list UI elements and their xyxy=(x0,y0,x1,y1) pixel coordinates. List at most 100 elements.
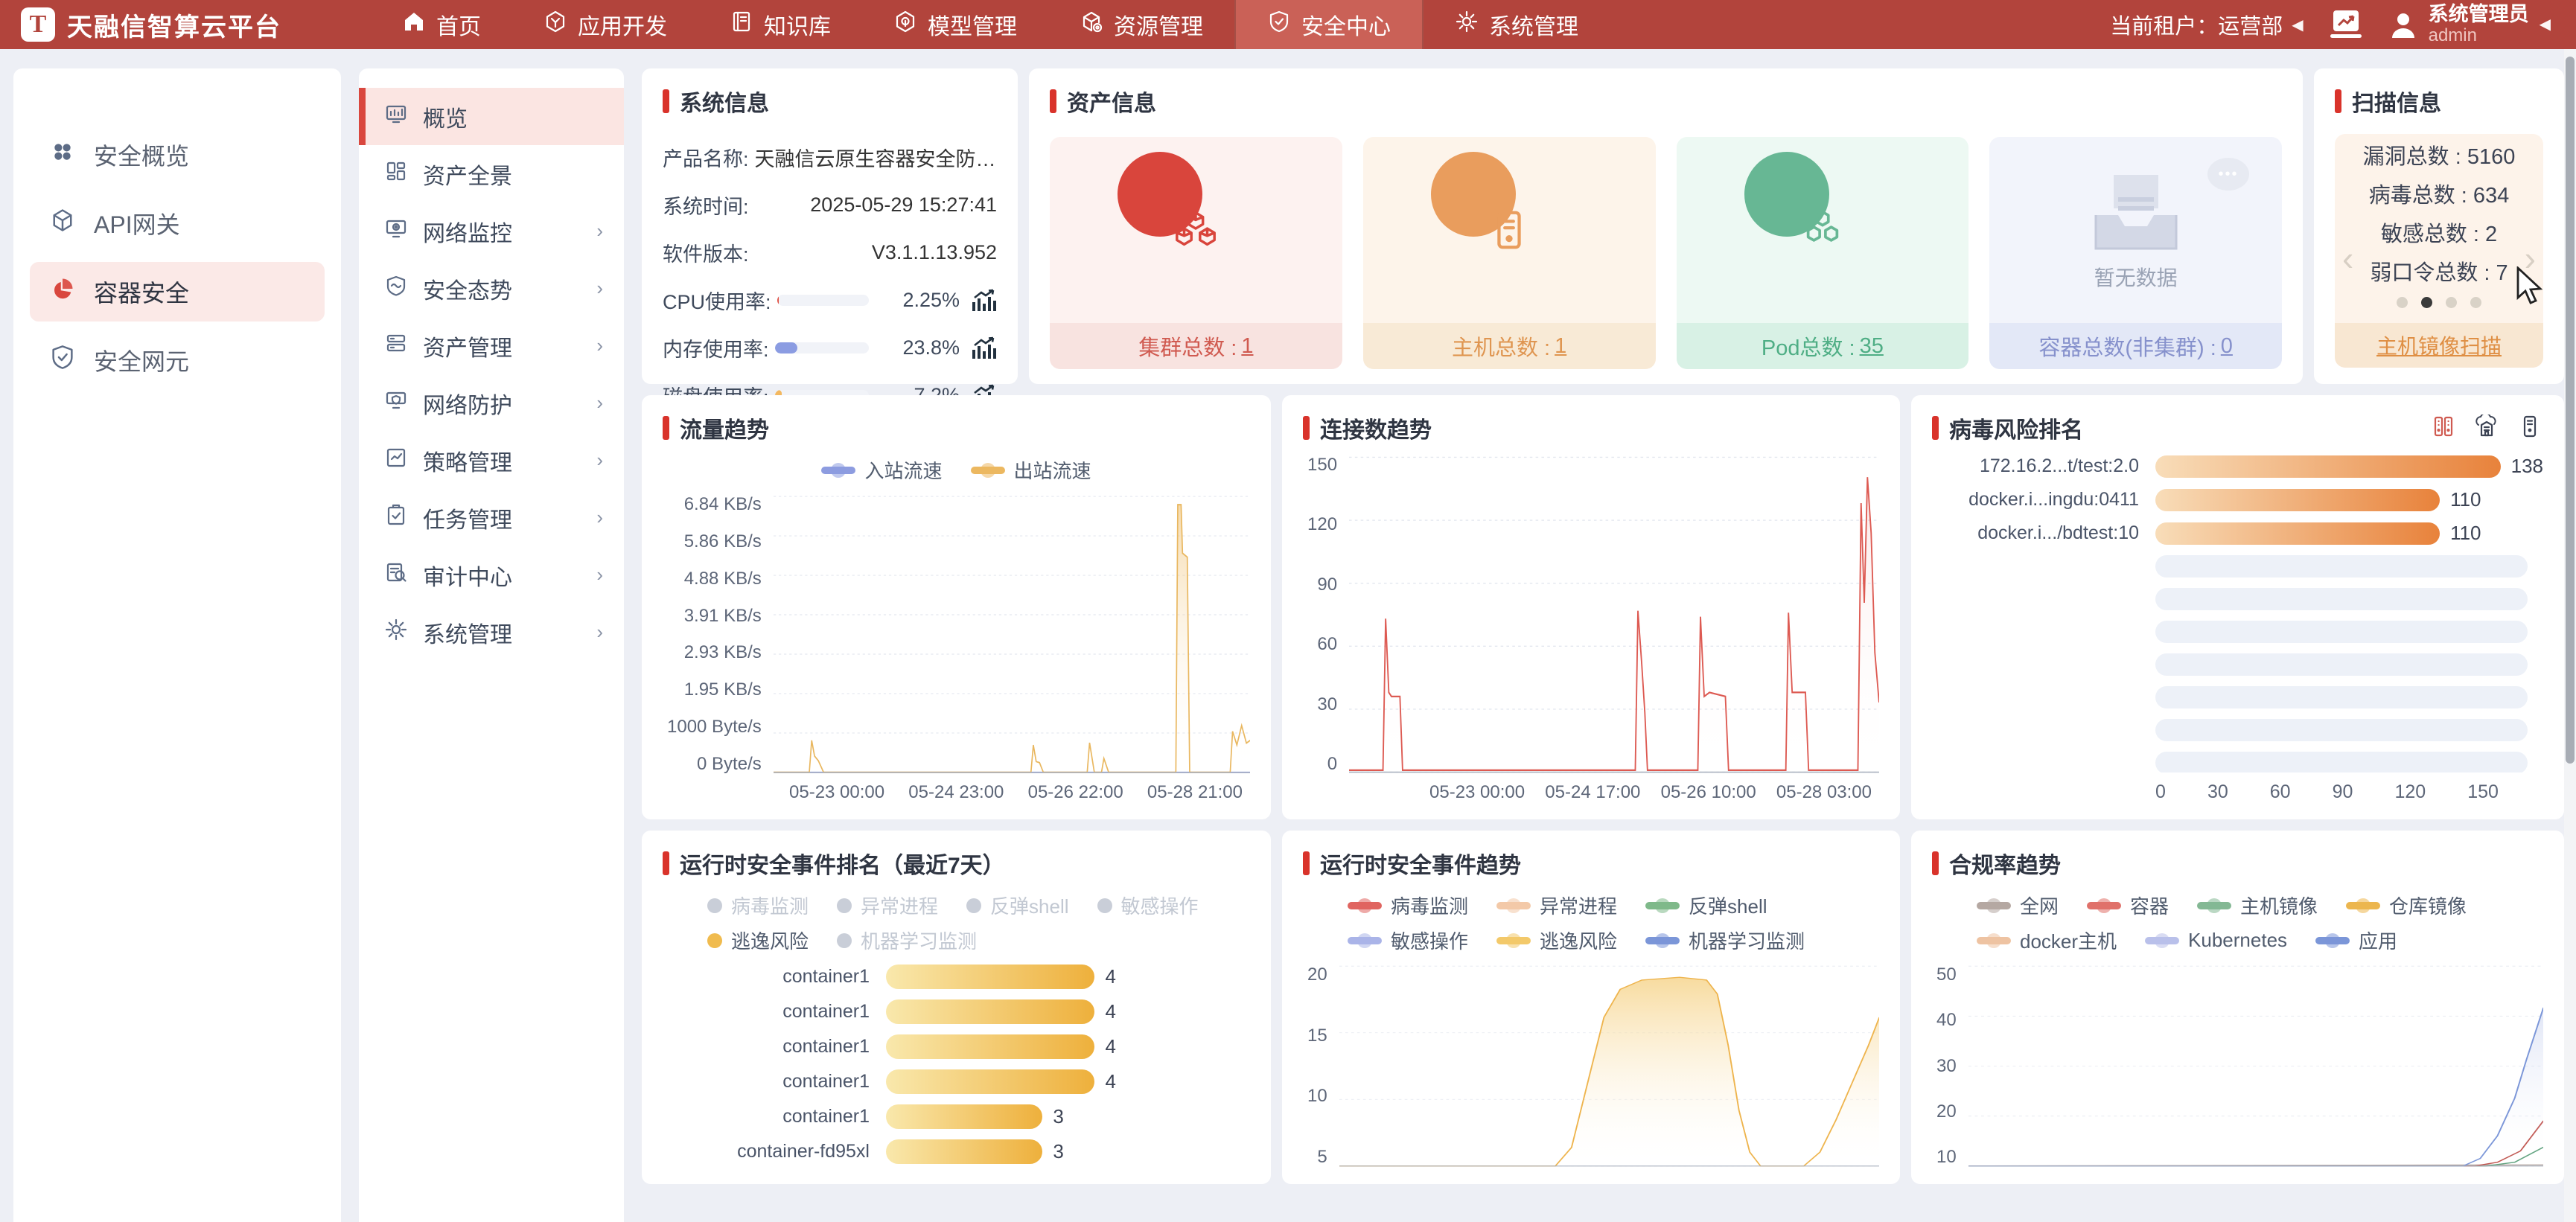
submenu-item-3[interactable]: 网络监控› xyxy=(359,202,624,260)
net-monitor-icon xyxy=(384,217,408,246)
host-view-icon[interactable] xyxy=(2518,415,2542,442)
asset-count-link[interactable]: 1 xyxy=(1555,334,1566,359)
submenu-item-5[interactable]: 资产管理› xyxy=(359,317,624,374)
submenu-item-2[interactable]: 资产全景 xyxy=(359,145,624,202)
ranking-bar[interactable] xyxy=(886,1104,1042,1129)
legend-item[interactable]: 反弹shell xyxy=(1645,892,1767,919)
submenu-item-8[interactable]: 任务管理› xyxy=(359,489,624,546)
legend-item[interactable]: 逃逸风险 xyxy=(707,927,809,954)
topnav-item-6[interactable]: 安全中心 xyxy=(1234,0,1424,49)
asset-count-link[interactable]: 0 xyxy=(2221,334,2233,359)
sidebar-item-2[interactable]: API网关 xyxy=(30,193,325,253)
submenu-item-10[interactable]: 系统管理› xyxy=(359,604,624,661)
legend-item[interactable]: 病毒监测 xyxy=(1348,892,1468,919)
ranking-bar[interactable] xyxy=(2155,489,2440,511)
content-area: 系统信息 产品名称:天融信云原生容器安全防护...系统时间:2025-05-29… xyxy=(642,68,2564,1184)
model-icon xyxy=(893,10,917,39)
submenu-item-9[interactable]: 审计中心› xyxy=(359,546,624,604)
ranking-row-empty xyxy=(1932,719,2543,741)
legend-item[interactable]: 机器学习监测 xyxy=(837,927,977,954)
sidebar-item-4[interactable]: 安全网元 xyxy=(30,330,325,390)
submenu-item-6[interactable]: 网络防护› xyxy=(359,374,624,432)
legend-item[interactable]: 入站流速 xyxy=(821,456,942,484)
legend-marker-icon xyxy=(2145,937,2179,944)
asset-card-body xyxy=(1677,137,1969,323)
topnav-item-3[interactable]: 知识库 xyxy=(698,0,862,49)
legend-item[interactable]: 病毒监测 xyxy=(707,892,809,919)
legend-item[interactable]: 敏感操作 xyxy=(1348,927,1468,954)
ranking-bar[interactable] xyxy=(886,1034,1094,1059)
ranking-bar[interactable] xyxy=(886,999,1094,1024)
asset-count-link[interactable]: 35 xyxy=(1860,334,1884,359)
topnav-item-5[interactable]: 资源管理 xyxy=(1048,0,1234,49)
legend-item[interactable]: 主机镜像 xyxy=(2197,892,2318,919)
tenant-selector[interactable]: 当前租户：运营部 ◀ xyxy=(2110,9,2303,40)
ranking-bar[interactable] xyxy=(886,965,1094,989)
legend-item[interactable]: 仓库镜像 xyxy=(2346,892,2467,919)
legend-item[interactable]: 容器 xyxy=(2087,892,2169,919)
ranking-bar-area: 4 xyxy=(886,1034,1250,1059)
ranking-bar[interactable] xyxy=(2155,455,2501,478)
asset-count-link[interactable]: 1 xyxy=(1241,334,1253,359)
legend-item[interactable]: 逃逸风险 xyxy=(1496,927,1617,954)
ranking-bar-area xyxy=(2155,719,2543,741)
legend-item[interactable]: Kubernetes xyxy=(2145,927,2287,954)
usage-history-chart-icon[interactable] xyxy=(972,289,997,313)
sidebar-item-3[interactable]: 容器安全 xyxy=(30,262,325,322)
carousel-prev-icon[interactable]: ‹ xyxy=(2342,241,2353,275)
legend-item[interactable]: 敏感操作 xyxy=(1097,892,1199,919)
container-view-icon[interactable] xyxy=(2432,415,2455,442)
carousel-dot-3[interactable] xyxy=(2446,297,2457,308)
y-axis: 1501209060300 xyxy=(1303,455,1349,775)
event-ranking-panel: 运行时安全事件排名（最近7天）病毒监测异常进程反弹shell敏感操作逃逸风险机器… xyxy=(642,831,1271,1184)
topnav-item-7[interactable]: 系统管理 xyxy=(1424,0,1610,49)
usage-history-chart-icon[interactable] xyxy=(972,336,997,360)
ranking-bar[interactable] xyxy=(886,1069,1094,1094)
ranking-bar[interactable] xyxy=(2155,522,2440,545)
legend-item[interactable]: 出站流速 xyxy=(971,456,1091,484)
legend-item[interactable]: 异常进程 xyxy=(837,892,938,919)
carousel-dot-2[interactable] xyxy=(2421,297,2432,308)
x-axis: 05-23 00:0005-24 23:0005-26 22:0005-28 2… xyxy=(663,775,1250,803)
info-label: 系统时间: xyxy=(663,191,749,220)
legend-marker-icon xyxy=(837,898,852,913)
scrollbar-thumb[interactable] xyxy=(2566,57,2575,764)
sidebar-item-label: 容器安全 xyxy=(94,275,189,309)
x-tick-label: 05-26 10:00 xyxy=(1661,782,1756,803)
submenu-item-label: 网络防护 xyxy=(423,387,512,420)
carousel-dot-1[interactable] xyxy=(2397,297,2408,308)
page-scrollbar[interactable] xyxy=(2564,49,2576,1222)
legend-item[interactable]: docker主机 xyxy=(1977,927,2117,954)
registry-view-icon[interactable] xyxy=(2475,415,2499,442)
host-image-scan-link[interactable]: 主机镜像扫描 xyxy=(2376,330,2502,360)
x-tick-label: 120 xyxy=(2394,781,2426,803)
ranking-bar[interactable] xyxy=(886,1139,1042,1164)
topnav-item-1[interactable]: 首页 xyxy=(371,0,512,49)
topnav-item-4[interactable]: 模型管理 xyxy=(862,0,1048,49)
submenu-item-4[interactable]: 安全态势› xyxy=(359,260,624,317)
ranking-bar-area xyxy=(2155,588,2543,610)
ranking-bar-placeholder xyxy=(2155,752,2528,772)
submenu-item-1[interactable]: 概览 xyxy=(359,88,624,145)
sidebar-item-1[interactable]: 安全概览 xyxy=(30,125,325,185)
monitor-chart-icon[interactable] xyxy=(2329,9,2363,40)
usage-label: CPU使用率: xyxy=(663,286,771,315)
user-menu[interactable]: 系统管理员 admin ◀ xyxy=(2388,4,2551,45)
usage-percent: 2.25% xyxy=(882,289,960,312)
legend-item[interactable]: 应用 xyxy=(2315,927,2397,954)
ranking-label: container1 xyxy=(663,966,886,988)
topnav-item-2[interactable]: 应用开发 xyxy=(512,0,698,49)
audit-icon xyxy=(384,560,408,590)
legend-item[interactable]: 全网 xyxy=(1977,892,2059,919)
y-tick-label: 30 xyxy=(1936,1056,1957,1077)
legend-item[interactable]: 机器学习监测 xyxy=(1645,927,1805,954)
submenu-item-7[interactable]: 策略管理› xyxy=(359,432,624,489)
topnav-item-label: 模型管理 xyxy=(928,8,1017,41)
legend-item[interactable]: 异常进程 xyxy=(1496,892,1617,919)
ranking-bar-area xyxy=(2155,621,2543,643)
legend-label: 敏感操作 xyxy=(1391,927,1468,954)
legend-item[interactable]: 反弹shell xyxy=(966,892,1068,919)
carousel-dot-4[interactable] xyxy=(2470,297,2481,308)
legend-label: 全网 xyxy=(2020,892,2059,919)
platform-title: 天融信智算云平台 xyxy=(67,7,281,43)
